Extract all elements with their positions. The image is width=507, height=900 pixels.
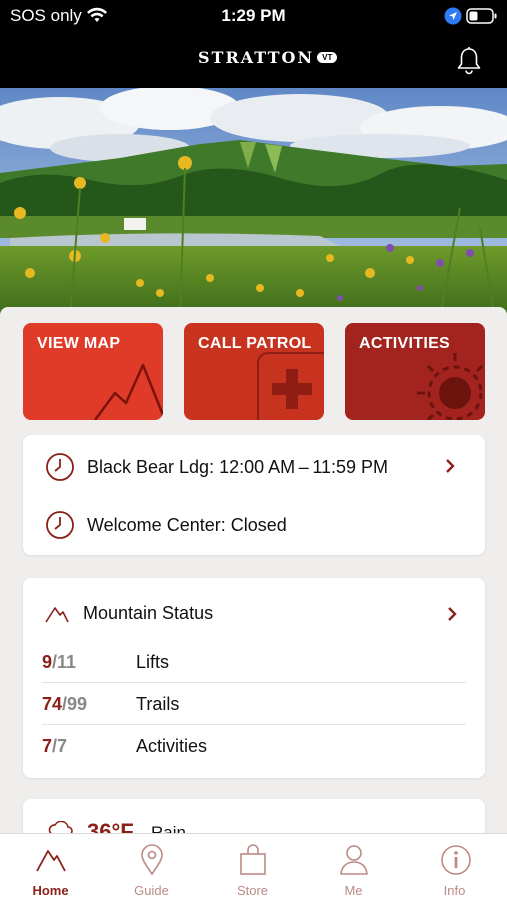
stratton-logo: STRATTON VT [198,48,338,67]
stat-row-trails: 74/99 Trails [42,683,466,725]
mountain-status-title: Mountain Status [83,603,214,623]
tab-home[interactable]: Home [0,834,101,900]
person-icon [340,845,368,875]
clock-icon [46,453,74,481]
stat-row-activities: 7/7 Activities [42,725,466,767]
call-patrol-button[interactable]: CALL PATROL [184,323,324,420]
landscape-illustration [0,88,507,318]
tab-me[interactable]: Me [303,834,404,900]
quick-actions: VIEW MAP CALL PATROL ACTIVITIES [23,323,485,420]
lifts-count: 9/11 [42,652,76,673]
hero-image [0,88,507,318]
shopping-bag-icon [240,844,266,875]
activities-total: /7 [52,736,68,756]
trails-open: 74 [42,694,63,714]
chevron-right-icon[interactable] [447,607,457,621]
trails-count: 74/99 [42,694,87,715]
call-patrol-label: CALL PATROL [198,335,312,352]
tab-store[interactable]: Store [202,834,303,900]
tab-me-label: Me [344,883,363,898]
tab-bar: Home Guide Store Me Info [0,833,507,900]
chevron-right-icon[interactable] [445,459,455,473]
activities-button[interactable]: ACTIVITIES [345,323,485,420]
lifts-label: Lifts [136,652,170,672]
activities-stat-label: Activities [136,736,208,756]
hours-row-black-bear: Black Bear Ldg: 12:00 AM – 11:59 PM [45,451,388,483]
battery-icon [466,8,497,24]
hours-row-welcome-center: Welcome Center: Closed [45,509,287,541]
lifts-open: 9 [42,652,53,672]
activities-label: ACTIVITIES [359,335,451,352]
bell-icon[interactable] [456,46,482,76]
view-map-button[interactable]: VIEW MAP [23,323,163,420]
activities-count: 7/7 [42,736,67,757]
view-map-label: VIEW MAP [37,335,121,352]
trails-label: Trails [136,694,180,714]
map-pin-icon [141,844,163,876]
location-icon [444,7,462,25]
tab-info-label: Info [443,883,466,898]
clock-time: 1:29 PM [221,6,286,25]
brand-name: STRATTON [198,48,315,67]
brand-badge: VT [317,52,338,63]
hours-text-welcome-center: Welcome Center: Closed [87,514,287,535]
info-icon [441,845,471,875]
content-sheet: VIEW MAP CALL PATROL ACTIVITIES Black Be… [0,307,507,859]
activities-open: 7 [42,736,53,756]
tab-guide[interactable]: Guide [101,834,202,900]
tab-guide-label: Guide [134,883,169,898]
lifts-total: /11 [52,652,77,672]
tab-home-label: Home [32,883,69,898]
mountain-status-header: Mountain Status [45,603,213,624]
tab-info[interactable]: Info [404,834,505,900]
hours-text-black-bear: Black Bear Ldg: 12:00 AM – 11:59 PM [87,456,389,477]
clock-icon [46,511,74,539]
mountain-icon [45,606,69,622]
tab-store-label: Store [236,883,269,898]
stat-row-lifts: 9/11 Lifts [42,641,466,683]
mountain-status-card[interactable]: Mountain Status 9/11 Lifts 74/99 Trails … [23,578,485,778]
mountain-icon [36,850,66,872]
status-bar: SOS only 1:29 PM [0,0,507,34]
app-header: STRATTON VT [0,34,507,88]
hours-card[interactable]: Black Bear Ldg: 12:00 AM – 11:59 PM Welc… [23,435,485,555]
trails-total: /99 [62,694,88,714]
